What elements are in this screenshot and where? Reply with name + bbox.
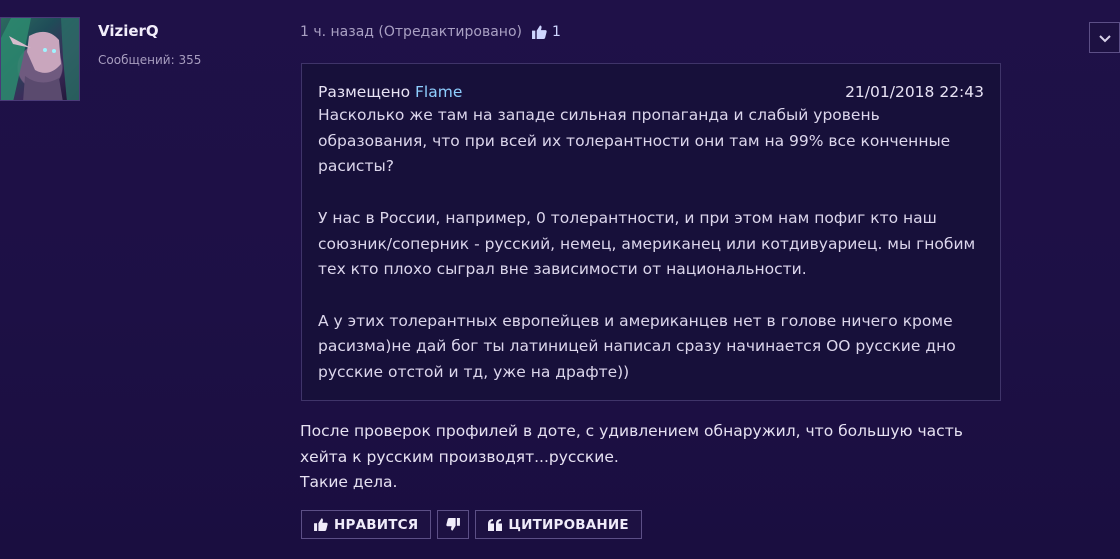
quote-date: 21/01/2018 22:43: [845, 83, 984, 101]
thumbs-up-icon: [314, 518, 328, 531]
quote-header: Размещено Flame 21/01/2018 22:43: [318, 81, 984, 103]
quote-author-link[interactable]: Flame: [415, 83, 462, 101]
post-menu-button[interactable]: [1089, 22, 1120, 53]
like-count: 1: [551, 24, 561, 40]
thumbs-down-icon: [446, 518, 461, 531]
avatar-portrait: [1, 18, 79, 100]
post-meta: 1 ч. назад (Отредактировано) 1: [300, 24, 561, 40]
quote-posted-label: Размещено: [318, 83, 411, 101]
post-line: После проверок профилей в доте, с удивле…: [300, 422, 963, 440]
like-button[interactable]: НРАВИТСЯ: [301, 510, 432, 539]
quote-button[interactable]: ЦИТИРОВАНИЕ: [475, 510, 642, 539]
dislike-button[interactable]: [437, 510, 470, 539]
avatar[interactable]: [0, 17, 80, 101]
author-message-count: Сообщений: 355: [98, 53, 202, 67]
chevron-down-icon: [1098, 28, 1111, 47]
quote-icon: [488, 518, 503, 531]
post-line: хейта к русским производят...русские.: [300, 447, 619, 466]
post-actions: НРАВИТСЯ ЦИТИРОВАНИЕ: [301, 510, 642, 539]
quote-attribution: Размещено Flame: [318, 81, 462, 103]
quote-paragraph: А у этих толерантных европейцев и америк…: [318, 311, 956, 381]
author-username[interactable]: VizierQ: [98, 22, 159, 40]
post-line: Такие дела.: [300, 473, 398, 492]
quote-paragraph: Насколько же там на западе сильная пропа…: [318, 106, 951, 176]
quote-button-label: ЦИТИРОВАНИЕ: [508, 516, 629, 533]
quote-text: Насколько же там на западе сильная пропа…: [318, 103, 984, 386]
thumbs-up-icon: [532, 25, 547, 39]
quote-paragraph: У нас в России, например, 0 толерантност…: [318, 208, 976, 279]
post-timestamp: 1 ч. назад (Отредактировано): [300, 24, 522, 40]
post-text: После проверок профилей в доте, с удивле…: [300, 419, 1020, 496]
post-likes: 1: [532, 24, 561, 40]
quote-block: Размещено Flame 21/01/2018 22:43 Насколь…: [301, 63, 1001, 401]
like-button-label: НРАВИТСЯ: [334, 516, 419, 533]
